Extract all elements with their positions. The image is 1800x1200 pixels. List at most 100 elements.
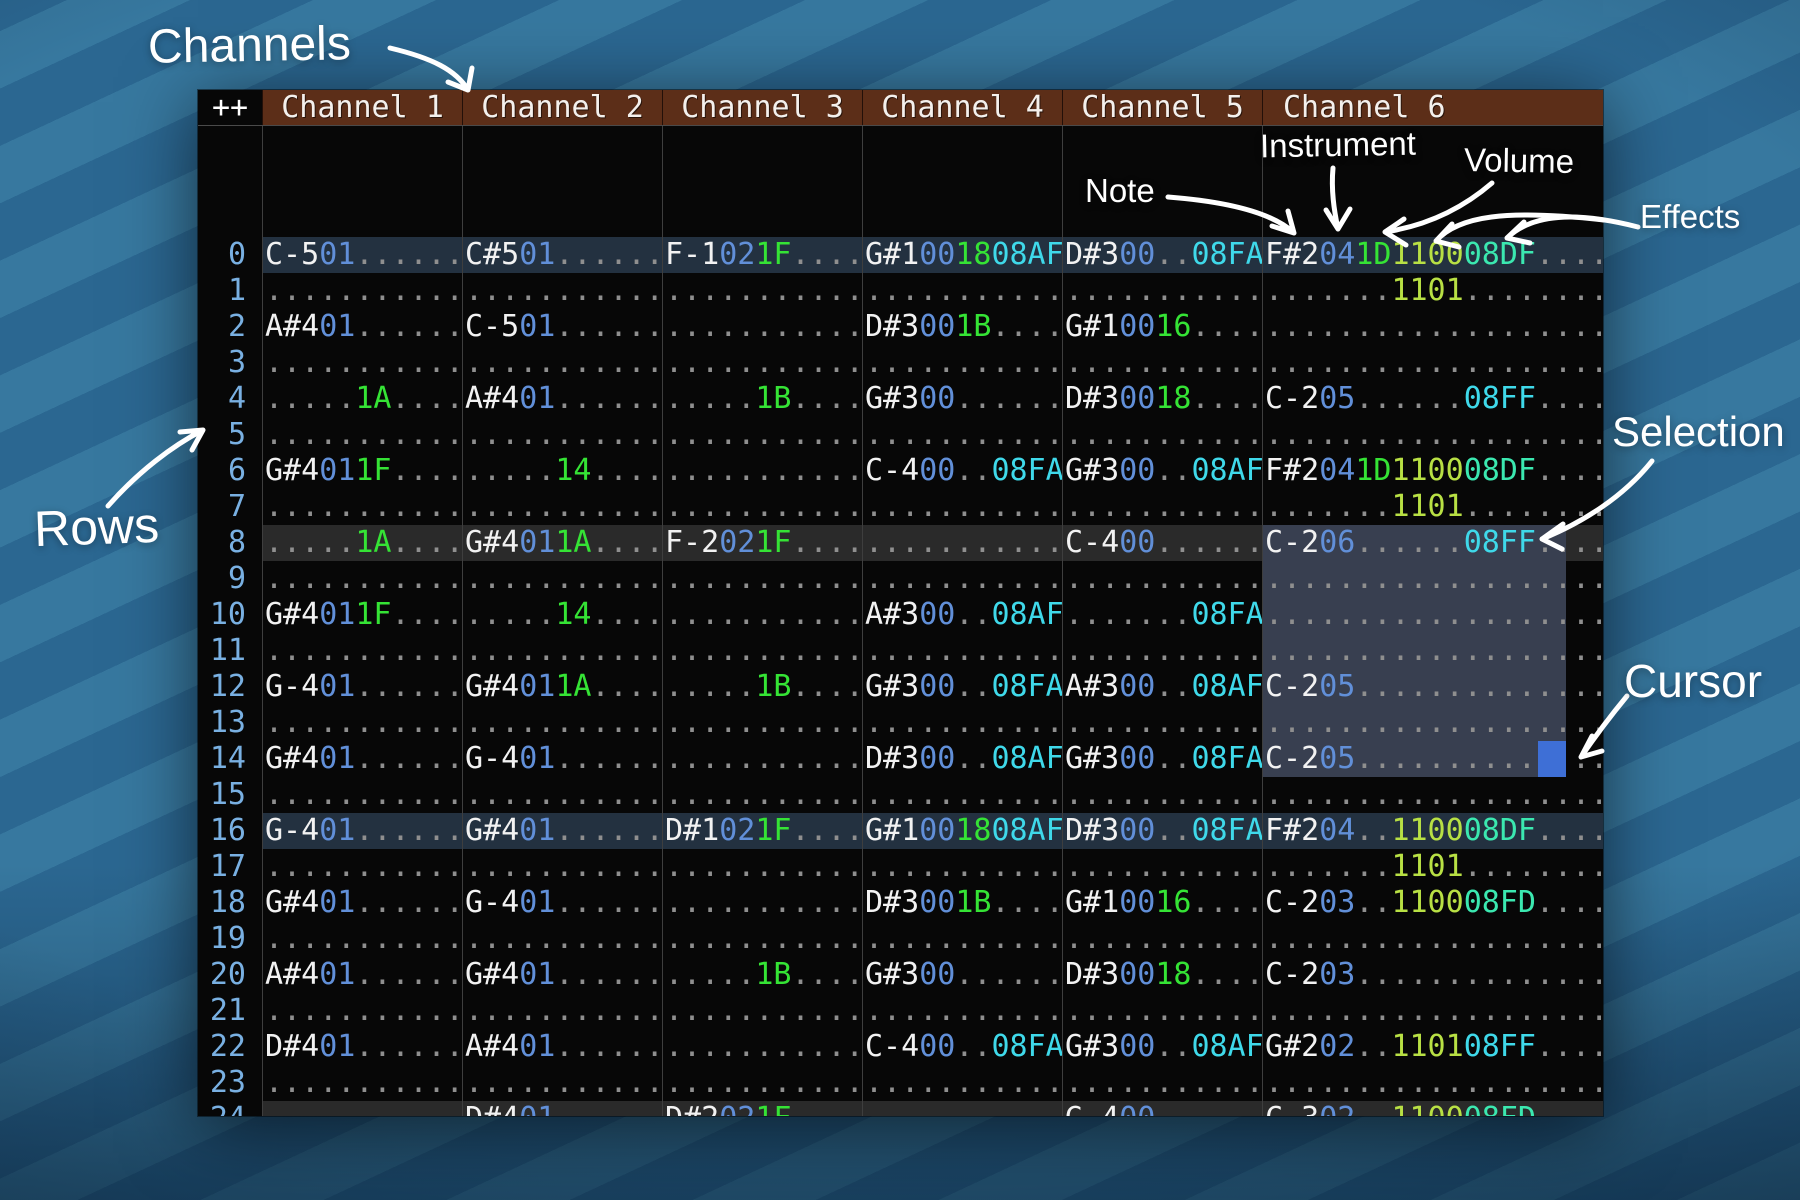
pattern-cell-ch6[interactable]: .......1101........: [1262, 849, 1603, 885]
pattern-cell-ch1[interactable]: ...........: [262, 1065, 462, 1101]
pattern-cell-ch2[interactable]: ...........: [462, 993, 662, 1029]
pattern-cell-ch1[interactable]: D#401......: [262, 1029, 462, 1065]
pattern-cell-ch3[interactable]: ...........: [662, 705, 862, 741]
pattern-cell-ch5[interactable]: .......08FA: [1062, 597, 1262, 633]
pattern-cell-ch6[interactable]: F#2041D110008DF....: [1262, 453, 1603, 489]
pattern-cell-ch3[interactable]: D#1021F....: [662, 813, 862, 849]
pattern-cell-ch3[interactable]: ...........: [662, 597, 862, 633]
pattern-cell-ch6[interactable]: ...................: [1262, 417, 1603, 453]
channel-header-6[interactable]: Channel 6: [1262, 90, 1603, 125]
pattern-cell-ch6[interactable]: C-206......08FF....: [1262, 525, 1603, 561]
pattern-cell-ch5[interactable]: ...........: [1062, 705, 1262, 741]
pattern-cell-ch3[interactable]: D#2021F....: [662, 1101, 862, 1116]
pattern-cell-ch6[interactable]: G#202..110108FF....: [1262, 1029, 1603, 1065]
pattern-cell-ch4[interactable]: ...........: [862, 561, 1062, 597]
channel-header-4[interactable]: Channel 4: [862, 90, 1062, 125]
pattern-cell-ch5[interactable]: ...........: [1062, 273, 1262, 309]
pattern-cell-ch3[interactable]: .....1B....: [662, 669, 862, 705]
pattern-cell-ch2[interactable]: A#401......: [462, 1029, 662, 1065]
pattern-cell-ch5[interactable]: ...........: [1062, 1065, 1262, 1101]
pattern-cell-ch2[interactable]: G-401......: [462, 741, 662, 777]
pattern-options-button[interactable]: ++: [198, 90, 262, 125]
pattern-cell-ch1[interactable]: G#4011F....: [262, 453, 462, 489]
pattern-cell-ch6[interactable]: .......1101........: [1262, 489, 1603, 525]
pattern-cell-ch6[interactable]: C-302..110008FD....: [1262, 1101, 1603, 1116]
pattern-cell-ch2[interactable]: ...........: [462, 849, 662, 885]
pattern-cell-ch4[interactable]: ...........: [862, 525, 1062, 561]
pattern-cell-ch1[interactable]: ...........: [262, 777, 462, 813]
pattern-cell-ch5[interactable]: ...........: [1062, 561, 1262, 597]
pattern-cell-ch1[interactable]: C-501......: [262, 237, 462, 273]
pattern-cell-ch1[interactable]: ...........: [262, 633, 462, 669]
pattern-cell-ch4[interactable]: D#300..08AF: [862, 741, 1062, 777]
pattern-cell-ch1[interactable]: ...........: [262, 345, 462, 381]
pattern-cell-ch1[interactable]: G#401......: [262, 741, 462, 777]
pattern-cell-ch1[interactable]: G-401......: [262, 813, 462, 849]
pattern-cell-ch1[interactable]: ...........: [262, 993, 462, 1029]
pattern-cell-ch6[interactable]: C-203..110008FD....: [1262, 885, 1603, 921]
pattern-cell-ch4[interactable]: ...........: [862, 345, 1062, 381]
pattern-cell-ch3[interactable]: ...........: [662, 561, 862, 597]
pattern-cell-ch5[interactable]: D#30018....: [1062, 381, 1262, 417]
pattern-cell-ch6[interactable]: C-205..............: [1262, 669, 1603, 705]
pattern-cell-ch3[interactable]: ...........: [662, 741, 862, 777]
pattern-cell-ch3[interactable]: ...........: [662, 849, 862, 885]
pattern-cell-ch3[interactable]: .....1B....: [662, 381, 862, 417]
pattern-cell-ch2[interactable]: ...........: [462, 489, 662, 525]
pattern-cell-ch4[interactable]: ...........: [862, 921, 1062, 957]
pattern-cell-ch4[interactable]: C-400..08FA: [862, 453, 1062, 489]
pattern-cell-ch2[interactable]: G#4011A....: [462, 525, 662, 561]
pattern-cell-ch2[interactable]: G#4011A....: [462, 669, 662, 705]
pattern-cell-ch3[interactable]: ...........: [662, 993, 862, 1029]
pattern-cell-ch5[interactable]: ...........: [1062, 777, 1262, 813]
pattern-cell-ch2[interactable]: D#401......: [462, 1101, 662, 1116]
pattern-cell-ch3[interactable]: ...........: [662, 777, 862, 813]
pattern-cell-ch6[interactable]: C-205......08FF....: [1262, 381, 1603, 417]
pattern-cell-ch4[interactable]: ...........: [862, 633, 1062, 669]
pattern-cell-ch4[interactable]: ...........: [862, 993, 1062, 1029]
pattern-cell-ch1[interactable]: ...........: [262, 417, 462, 453]
pattern-cell-ch4[interactable]: ...........: [862, 849, 1062, 885]
pattern-cell-ch5[interactable]: G#10016....: [1062, 309, 1262, 345]
pattern-cell-ch2[interactable]: ...........: [462, 417, 662, 453]
pattern-cell-ch5[interactable]: D#300..08FA: [1062, 237, 1262, 273]
pattern-cell-ch4[interactable]: G#1001808AF: [862, 237, 1062, 273]
pattern-cell-ch5[interactable]: C-400......: [1062, 525, 1262, 561]
pattern-cell-ch2[interactable]: ...........: [462, 561, 662, 597]
pattern-cell-ch6[interactable]: ...................: [1262, 777, 1603, 813]
pattern-cell-ch4[interactable]: ...........: [862, 777, 1062, 813]
pattern-cell-ch3[interactable]: .....1B....: [662, 957, 862, 993]
pattern-cell-ch5[interactable]: D#300..08FA: [1062, 813, 1262, 849]
pattern-cell-ch1[interactable]: ...........: [262, 561, 462, 597]
pattern-cell-ch4[interactable]: G#300..08FA: [862, 669, 1062, 705]
pattern-cell-ch3[interactable]: ...........: [662, 885, 862, 921]
pattern-cell-ch2[interactable]: C-501......: [462, 309, 662, 345]
pattern-cell-ch5[interactable]: G#300..08FA: [1062, 741, 1262, 777]
pattern-cell-ch4[interactable]: D#3001B....: [862, 885, 1062, 921]
pattern-cell-ch1[interactable]: ...........: [262, 849, 462, 885]
pattern-cell-ch5[interactable]: G#10016....: [1062, 885, 1262, 921]
pattern-cell-ch1[interactable]: G#4011F....: [262, 597, 462, 633]
pattern-cell-ch4[interactable]: ...........: [862, 1065, 1062, 1101]
pattern-cell-ch2[interactable]: ...........: [462, 633, 662, 669]
pattern-cell-ch1[interactable]: .....1A....: [262, 381, 462, 417]
pattern-cell-ch3[interactable]: ...........: [662, 309, 862, 345]
pattern-cell-ch3[interactable]: ...........: [662, 1065, 862, 1101]
pattern-cell-ch2[interactable]: C#501......: [462, 237, 662, 273]
pattern-cell-ch3[interactable]: ...........: [662, 921, 862, 957]
pattern-cell-ch2[interactable]: .....14....: [462, 597, 662, 633]
pattern-cell-ch4[interactable]: G#300......: [862, 381, 1062, 417]
pattern-cell-ch6[interactable]: ...................: [1262, 597, 1603, 633]
pattern-cell-ch5[interactable]: ...........: [1062, 921, 1262, 957]
pattern-cell-ch1[interactable]: ...........: [262, 489, 462, 525]
pattern-cell-ch6[interactable]: ...................: [1262, 309, 1603, 345]
pattern-cell-ch3[interactable]: F-2021F....: [662, 525, 862, 561]
pattern-cell-ch3[interactable]: ...........: [662, 273, 862, 309]
pattern-cell-ch2[interactable]: ...........: [462, 345, 662, 381]
pattern-cell-ch4[interactable]: A#300..08AF: [862, 597, 1062, 633]
pattern-cell-ch2[interactable]: G#401......: [462, 957, 662, 993]
channel-header-2[interactable]: Channel 2: [462, 90, 662, 125]
pattern-cell-ch2[interactable]: .....14....: [462, 453, 662, 489]
pattern-cell-ch6[interactable]: ...................: [1262, 561, 1603, 597]
pattern-cell-ch6[interactable]: ...................: [1262, 345, 1603, 381]
